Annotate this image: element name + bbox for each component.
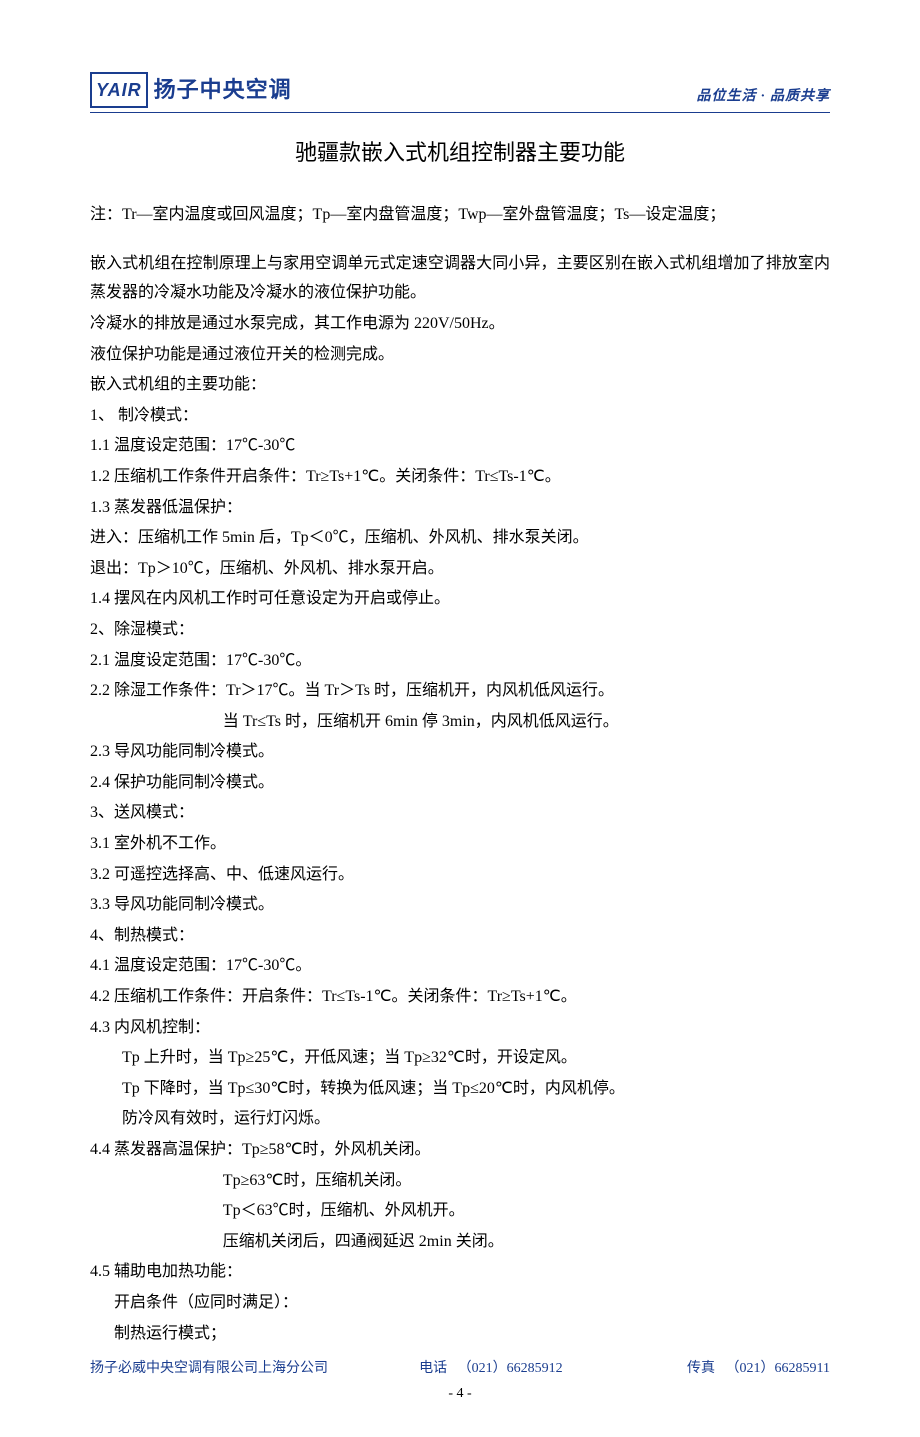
item-4-5b: 制热运行模式； (90, 1319, 830, 1349)
logo-brand-text: 扬子中央空调 (154, 70, 292, 110)
section-2: 2、除湿模式： (90, 615, 830, 645)
footer-phone: 电话 （021）66285912 (419, 1356, 563, 1381)
footer-fax-number: （021）66285911 (726, 1361, 830, 1376)
item-2-3: 2.3 导风功能同制冷模式。 (90, 737, 830, 767)
item-4-3b: Tp 下降时，当 Tp≤30℃时，转换为低风速；当 Tp≤20℃时，内风机停。 (90, 1074, 830, 1104)
document-title: 驰疆款嵌入式机组控制器主要功能 (90, 133, 830, 173)
item-1-4: 1.4 摆风在内风机工作时可任意设定为开启或停止。 (90, 584, 830, 614)
page-number: - 4 - (90, 1381, 830, 1406)
document-page: YAIR 扬子中央空调 品位生活 · 品质共享 驰疆款嵌入式机组控制器主要功能 … (0, 0, 920, 1437)
page-footer: 扬子必威中央空调有限公司上海分公司 电话 （021）66285912 传真 （0… (90, 1356, 830, 1381)
footer-phone-number: （021）66285912 (458, 1361, 563, 1376)
logo-group: YAIR 扬子中央空调 (90, 70, 292, 110)
item-4-4b: Tp≥63℃时，压缩机关闭。 (90, 1166, 830, 1196)
item-1-2: 1.2 压缩机工作条件开启条件：Tr≥Ts+1℃。关闭条件：Tr≤Ts-1℃。 (90, 462, 830, 492)
item-3-3: 3.3 导风功能同制冷模式。 (90, 890, 830, 920)
item-4-2: 4.2 压缩机工作条件：开启条件：Tr≤Ts-1℃。关闭条件：Tr≥Ts+1℃。 (90, 982, 830, 1012)
intro-para-4: 嵌入式机组的主要功能： (90, 370, 830, 400)
item-3-1: 3.1 室外机不工作。 (90, 829, 830, 859)
intro-para-3: 液位保护功能是通过液位开关的检测完成。 (90, 340, 830, 370)
note-line: 注：Tr—室内温度或回风温度；Tp—室内盘管温度；Twp—室外盘管温度；Ts—设… (90, 200, 830, 230)
intro-para-1: 嵌入式机组在控制原理上与家用空调单元式定速空调器大同小异，主要区别在嵌入式机组增… (90, 249, 830, 308)
section-4: 4、制热模式： (90, 921, 830, 951)
document-body: 注：Tr—室内温度或回风温度；Tp—室内盘管温度；Twp—室外盘管温度；Ts—设… (90, 200, 830, 1348)
item-1-3a: 进入：压缩机工作 5min 后，Tp＜0℃，压缩机、外风机、排水泵关闭。 (90, 523, 830, 553)
item-2-2: 2.2 除湿工作条件：Tr＞17℃。当 Tr＞Ts 时，压缩机开，内风机低风运行… (90, 676, 830, 706)
spacer (90, 231, 830, 249)
item-2-4: 2.4 保护功能同制冷模式。 (90, 768, 830, 798)
item-4-4d: 压缩机关闭后，四通阀延迟 2min 关闭。 (90, 1227, 830, 1257)
item-1-3: 1.3 蒸发器低温保护： (90, 493, 830, 523)
item-2-2b: 当 Tr≤Ts 时，压缩机开 6min 停 3min，内风机低风运行。 (90, 707, 830, 737)
intro-para-2: 冷凝水的排放是通过水泵完成，其工作电源为 220V/50Hz。 (90, 309, 830, 339)
header-tagline: 品位生活 · 品质共享 (697, 84, 831, 109)
item-1-3b: 退出：Tp＞10℃，压缩机、外风机、排水泵开启。 (90, 554, 830, 584)
item-1-1: 1.1 温度设定范围：17℃-30℃ (90, 431, 830, 461)
item-4-5a: 开启条件（应同时满足）： (90, 1288, 830, 1318)
logo-box: YAIR (90, 72, 148, 108)
item-4-5: 4.5 辅助电加热功能： (90, 1257, 830, 1287)
item-4-1: 4.1 温度设定范围：17℃-30℃。 (90, 951, 830, 981)
section-3: 3、送风模式： (90, 798, 830, 828)
item-3-2: 3.2 可遥控选择高、中、低速风运行。 (90, 860, 830, 890)
item-4-4c: Tp＜63℃时，压缩机、外风机开。 (90, 1196, 830, 1226)
item-2-1: 2.1 温度设定范围：17℃-30℃。 (90, 646, 830, 676)
footer-fax-label: 传真 (687, 1361, 715, 1376)
footer-phone-label: 电话 (419, 1361, 447, 1376)
item-4-3: 4.3 内风机控制： (90, 1013, 830, 1043)
item-4-3a: Tp 上升时，当 Tp≥25℃，开低风速；当 Tp≥32℃时，开设定风。 (90, 1043, 830, 1073)
footer-company: 扬子必威中央空调有限公司上海分公司 (90, 1356, 328, 1381)
footer-fax: 传真 （021）66285911 (687, 1356, 830, 1381)
section-1: 1、 制冷模式： (90, 401, 830, 431)
item-4-3c: 防冷风有效时，运行灯闪烁。 (90, 1104, 830, 1134)
page-header: YAIR 扬子中央空调 品位生活 · 品质共享 (90, 70, 830, 113)
item-4-4: 4.4 蒸发器高温保护：Tp≥58℃时，外风机关闭。 (90, 1135, 830, 1165)
